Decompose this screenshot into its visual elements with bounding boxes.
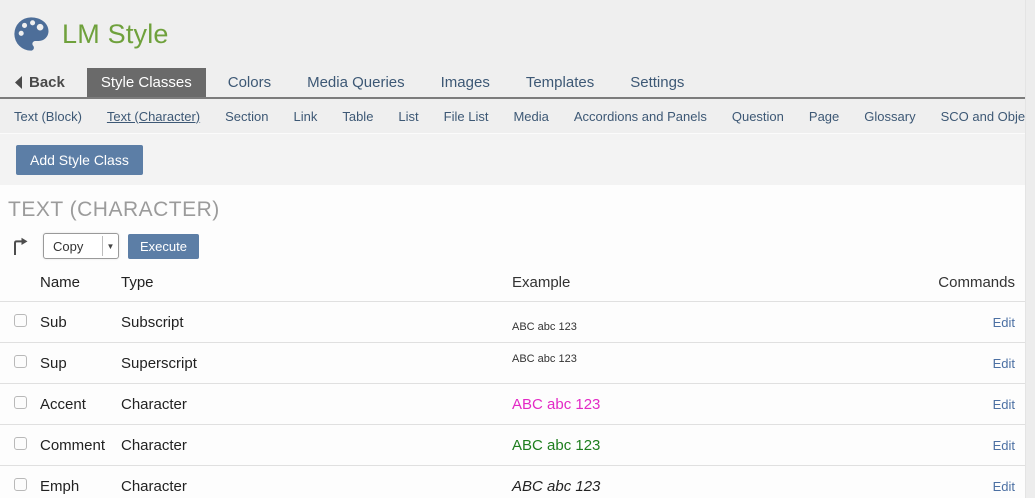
add-style-class-band: Add Style Class xyxy=(0,133,1025,185)
tab-label: Style Classes xyxy=(101,74,192,91)
tab-label: Images xyxy=(441,74,490,91)
bulk-action-selected-value: Copy xyxy=(44,239,102,254)
edit-link[interactable]: Edit xyxy=(993,315,1015,330)
style-example: ABC abc 123 xyxy=(512,437,600,454)
column-header-commands: Commands xyxy=(919,274,1015,291)
style-type: Subscript xyxy=(121,314,512,331)
page-title: LM Style xyxy=(62,19,169,50)
subnav-link[interactable]: Link xyxy=(293,109,317,124)
table-row-emph: Emph Character ABC abc 123 Edit xyxy=(0,465,1025,498)
subnav-sco-and-objective[interactable]: SCO and Objective xyxy=(941,109,1035,124)
back-chevron-icon xyxy=(14,76,23,89)
row-checkbox[interactable] xyxy=(14,355,27,368)
subnav-media[interactable]: Media xyxy=(513,109,548,124)
branch-arrow-icon xyxy=(12,237,29,256)
scrollbar-track[interactable] xyxy=(1025,0,1035,498)
style-name: Sub xyxy=(40,314,121,331)
tab-bar: Back Style Classes Colors Media Queries … xyxy=(0,68,1025,99)
style-type: Character xyxy=(121,396,512,413)
style-type: Character xyxy=(121,478,512,495)
table-row-sub: Sub Subscript ABC abc 123 Edit xyxy=(0,301,1025,342)
tab-colors[interactable]: Colors xyxy=(214,68,285,97)
subnav-text-block[interactable]: Text (Block) xyxy=(14,109,82,124)
style-name: Emph xyxy=(40,478,121,495)
edit-link[interactable]: Edit xyxy=(993,479,1015,494)
style-type: Superscript xyxy=(121,355,512,372)
tab-media-queries[interactable]: Media Queries xyxy=(293,68,419,97)
section-heading: TEXT (CHARACTER) xyxy=(8,198,1035,222)
style-name: Sup xyxy=(40,355,121,372)
style-example: ABC abc 123 xyxy=(512,321,577,333)
bulk-action-toolbar: Copy ▼ Execute xyxy=(0,228,1035,264)
subnav-section[interactable]: Section xyxy=(225,109,268,124)
row-checkbox[interactable] xyxy=(14,478,27,491)
column-header-name: Name xyxy=(40,274,121,291)
subnav-text-character[interactable]: Text (Character) xyxy=(107,109,200,124)
subnav-question[interactable]: Question xyxy=(732,109,784,124)
back-label: Back xyxy=(29,74,65,91)
tab-label: Colors xyxy=(228,74,271,91)
row-checkbox[interactable] xyxy=(14,314,27,327)
tab-label: Media Queries xyxy=(307,74,405,91)
subnav-accordions-and-panels[interactable]: Accordions and Panels xyxy=(574,109,707,124)
add-style-class-button[interactable]: Add Style Class xyxy=(16,145,143,175)
table-header-row: Name Type Example Commands xyxy=(0,264,1025,301)
style-example: ABC abc 123 xyxy=(512,396,600,413)
table-row-comment: Comment Character ABC abc 123 Edit xyxy=(0,424,1025,465)
tab-settings[interactable]: Settings xyxy=(616,68,698,97)
tab-label: Settings xyxy=(630,74,684,91)
edit-link[interactable]: Edit xyxy=(993,356,1015,371)
style-name: Accent xyxy=(40,396,121,413)
tab-images[interactable]: Images xyxy=(427,68,504,97)
back-button[interactable]: Back xyxy=(0,68,79,97)
subnav-table[interactable]: Table xyxy=(342,109,373,124)
style-name: Comment xyxy=(40,437,121,454)
column-header-example: Example xyxy=(512,274,919,291)
app-header: LM Style xyxy=(0,0,1035,68)
subnav-list[interactable]: List xyxy=(398,109,418,124)
style-type: Character xyxy=(121,437,512,454)
execute-button[interactable]: Execute xyxy=(128,234,199,259)
subnav-page[interactable]: Page xyxy=(809,109,839,124)
style-class-subnav: Text (Block) Text (Character) Section Li… xyxy=(0,99,1025,133)
column-header-type: Type xyxy=(121,274,512,291)
style-example: ABC abc 123 xyxy=(512,353,577,365)
tab-label: Templates xyxy=(526,74,594,91)
edit-link[interactable]: Edit xyxy=(993,397,1015,412)
tab-templates[interactable]: Templates xyxy=(512,68,608,97)
tab-style-classes[interactable]: Style Classes xyxy=(87,68,206,97)
table-row-accent: Accent Character ABC abc 123 Edit xyxy=(0,383,1025,424)
row-checkbox[interactable] xyxy=(14,437,27,450)
style-example: ABC abc 123 xyxy=(512,478,600,495)
palette-icon xyxy=(10,13,52,55)
style-class-table: Name Type Example Commands Sub Subscript… xyxy=(0,264,1025,498)
bulk-action-select[interactable]: Copy ▼ xyxy=(43,233,119,259)
select-dropdown-arrow-icon: ▼ xyxy=(102,236,118,256)
edit-link[interactable]: Edit xyxy=(993,438,1015,453)
subnav-glossary[interactable]: Glossary xyxy=(864,109,915,124)
row-checkbox[interactable] xyxy=(14,396,27,409)
table-row-sup: Sup Superscript ABC abc 123 Edit xyxy=(0,342,1025,383)
subnav-file-list[interactable]: File List xyxy=(444,109,489,124)
